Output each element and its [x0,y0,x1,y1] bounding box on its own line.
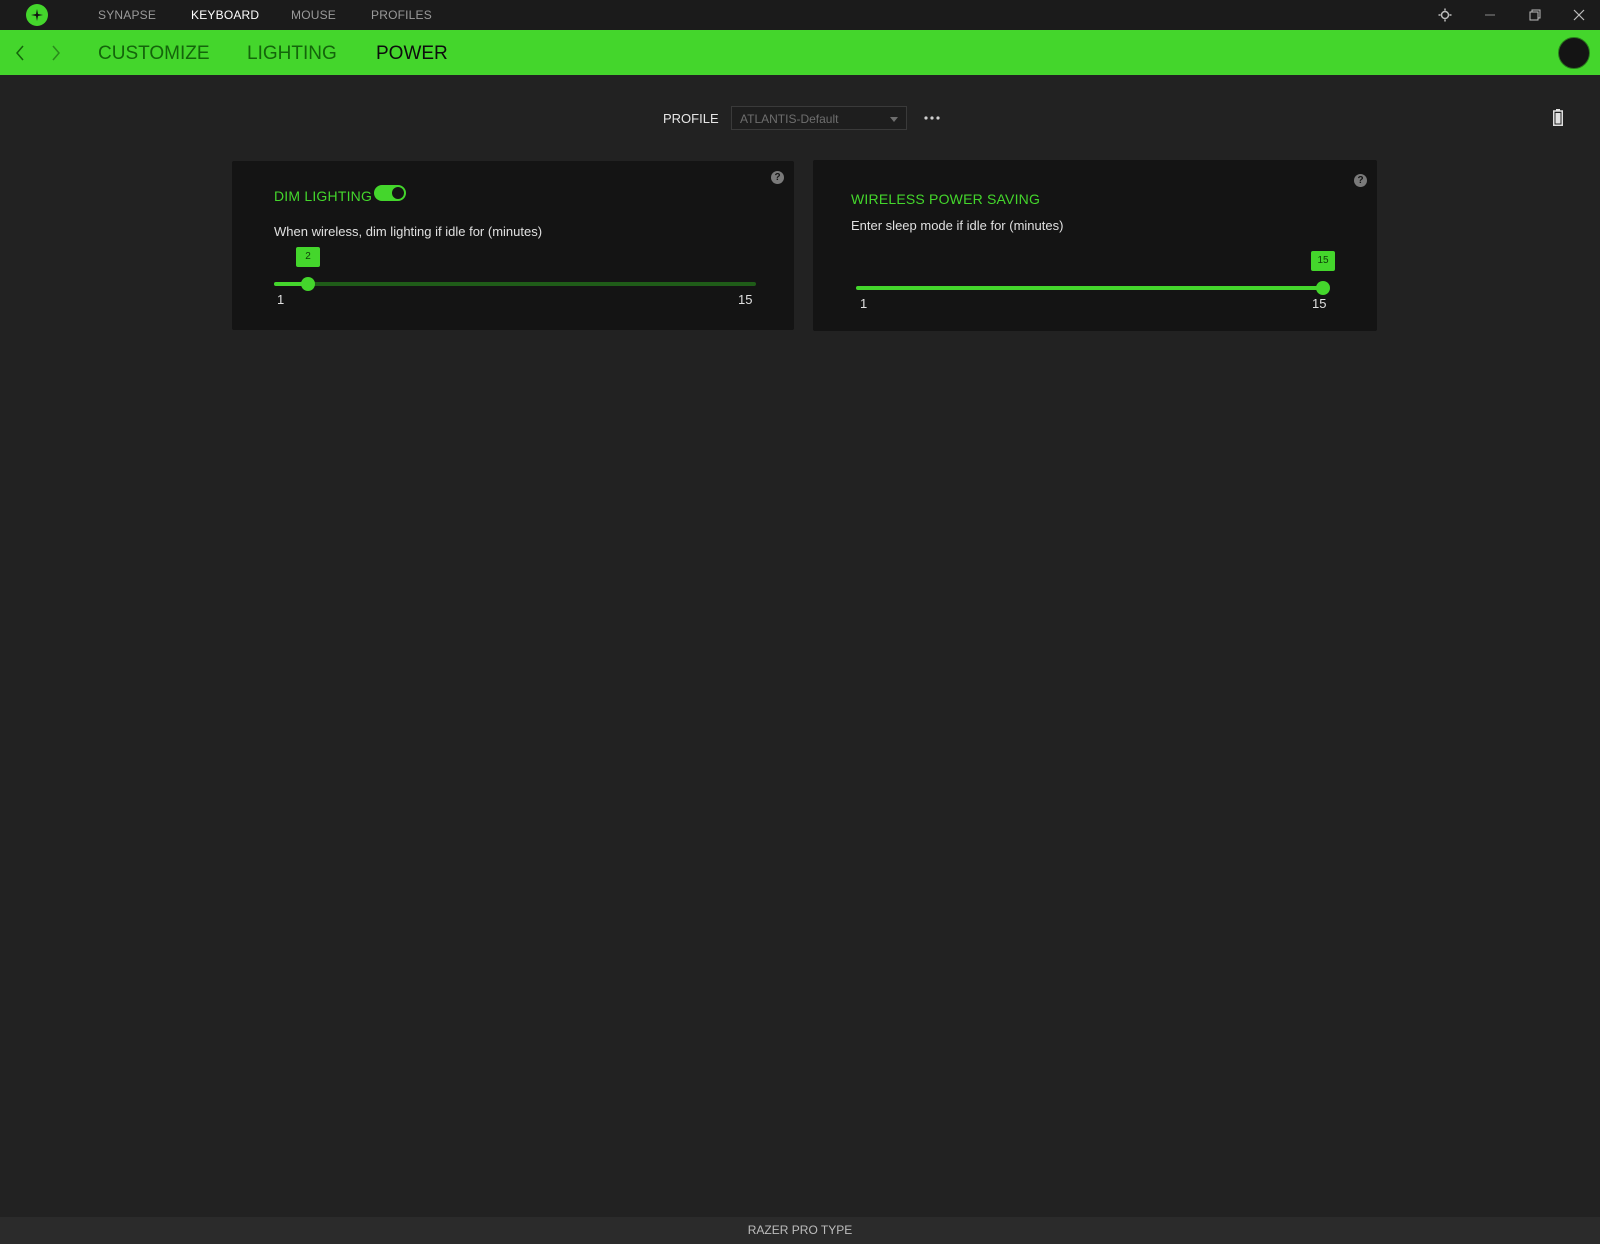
tab-power[interactable]: POWER [376,43,448,65]
ellipsis-icon[interactable] [922,109,942,127]
toggle-knob [392,187,404,199]
maximize-icon[interactable] [1525,5,1545,25]
chevron-right-icon[interactable] [46,42,66,64]
device-name: RAZER PRO TYPE [747,1223,853,1237]
slider-max-label: 15 [1312,296,1327,311]
close-icon[interactable] [1569,5,1589,25]
slider-value-bubble: 2 [296,247,320,267]
help-icon[interactable]: ? [771,171,784,184]
razer-logo-icon[interactable] [26,4,48,26]
main-tab-mouse[interactable]: MOUSE [291,8,336,22]
chevron-down-icon [890,117,898,122]
slider-min-label: 1 [277,292,285,307]
dim-lighting-title: DIM LIGHTING [274,188,373,204]
profile-label: PROFILE [663,111,719,126]
main-tab-synapse[interactable]: SYNAPSE [98,8,156,22]
battery-icon[interactable] [1553,109,1563,126]
wireless-power-saving-title: WIRELESS POWER SAVING [851,191,1041,207]
wireless-power-saving-slider[interactable]: 15 [856,251,1335,295]
status-bar: RAZER PRO TYPE [0,1217,1600,1244]
wireless-power-saving-description: Enter sleep mode if idle for (minutes) [851,218,1064,233]
slider-thumb[interactable] [301,277,315,291]
slider-max-label: 15 [738,292,753,307]
main-tab-profiles[interactable]: PROFILES [371,8,432,22]
profile-selected-value: ATLANTIS-Default [740,112,839,126]
minimize-icon[interactable] [1480,5,1500,25]
dim-lighting-slider[interactable]: 2 [274,247,756,291]
slider-min-label: 1 [860,296,868,311]
profile-dropdown[interactable]: ATLANTIS-Default [731,106,907,130]
slider-value-bubble: 15 [1311,251,1335,271]
tab-lighting[interactable]: LIGHTING [247,43,337,65]
dim-lighting-panel: DIM LIGHTING ? When wireless, dim lighti… [232,161,794,330]
title-bar: SYNAPSE KEYBOARD MOUSE PROFILES [0,0,1600,30]
sub-nav-bar: CUSTOMIZE LIGHTING POWER [0,30,1600,75]
dim-lighting-toggle[interactable] [374,185,406,201]
chevron-left-icon[interactable] [10,42,30,64]
help-icon[interactable]: ? [1354,174,1367,187]
tab-customize[interactable]: CUSTOMIZE [98,43,210,65]
slider-fill [856,286,1323,290]
dim-lighting-description: When wireless, dim lighting if idle for … [274,224,543,239]
settings-icon[interactable] [1435,5,1455,25]
wireless-power-saving-panel: WIRELESS POWER SAVING ? Enter sleep mode… [813,160,1377,331]
main-tab-keyboard[interactable]: KEYBOARD [191,8,259,22]
slider-thumb[interactable] [1316,281,1330,295]
device-avatar[interactable] [1558,37,1590,69]
